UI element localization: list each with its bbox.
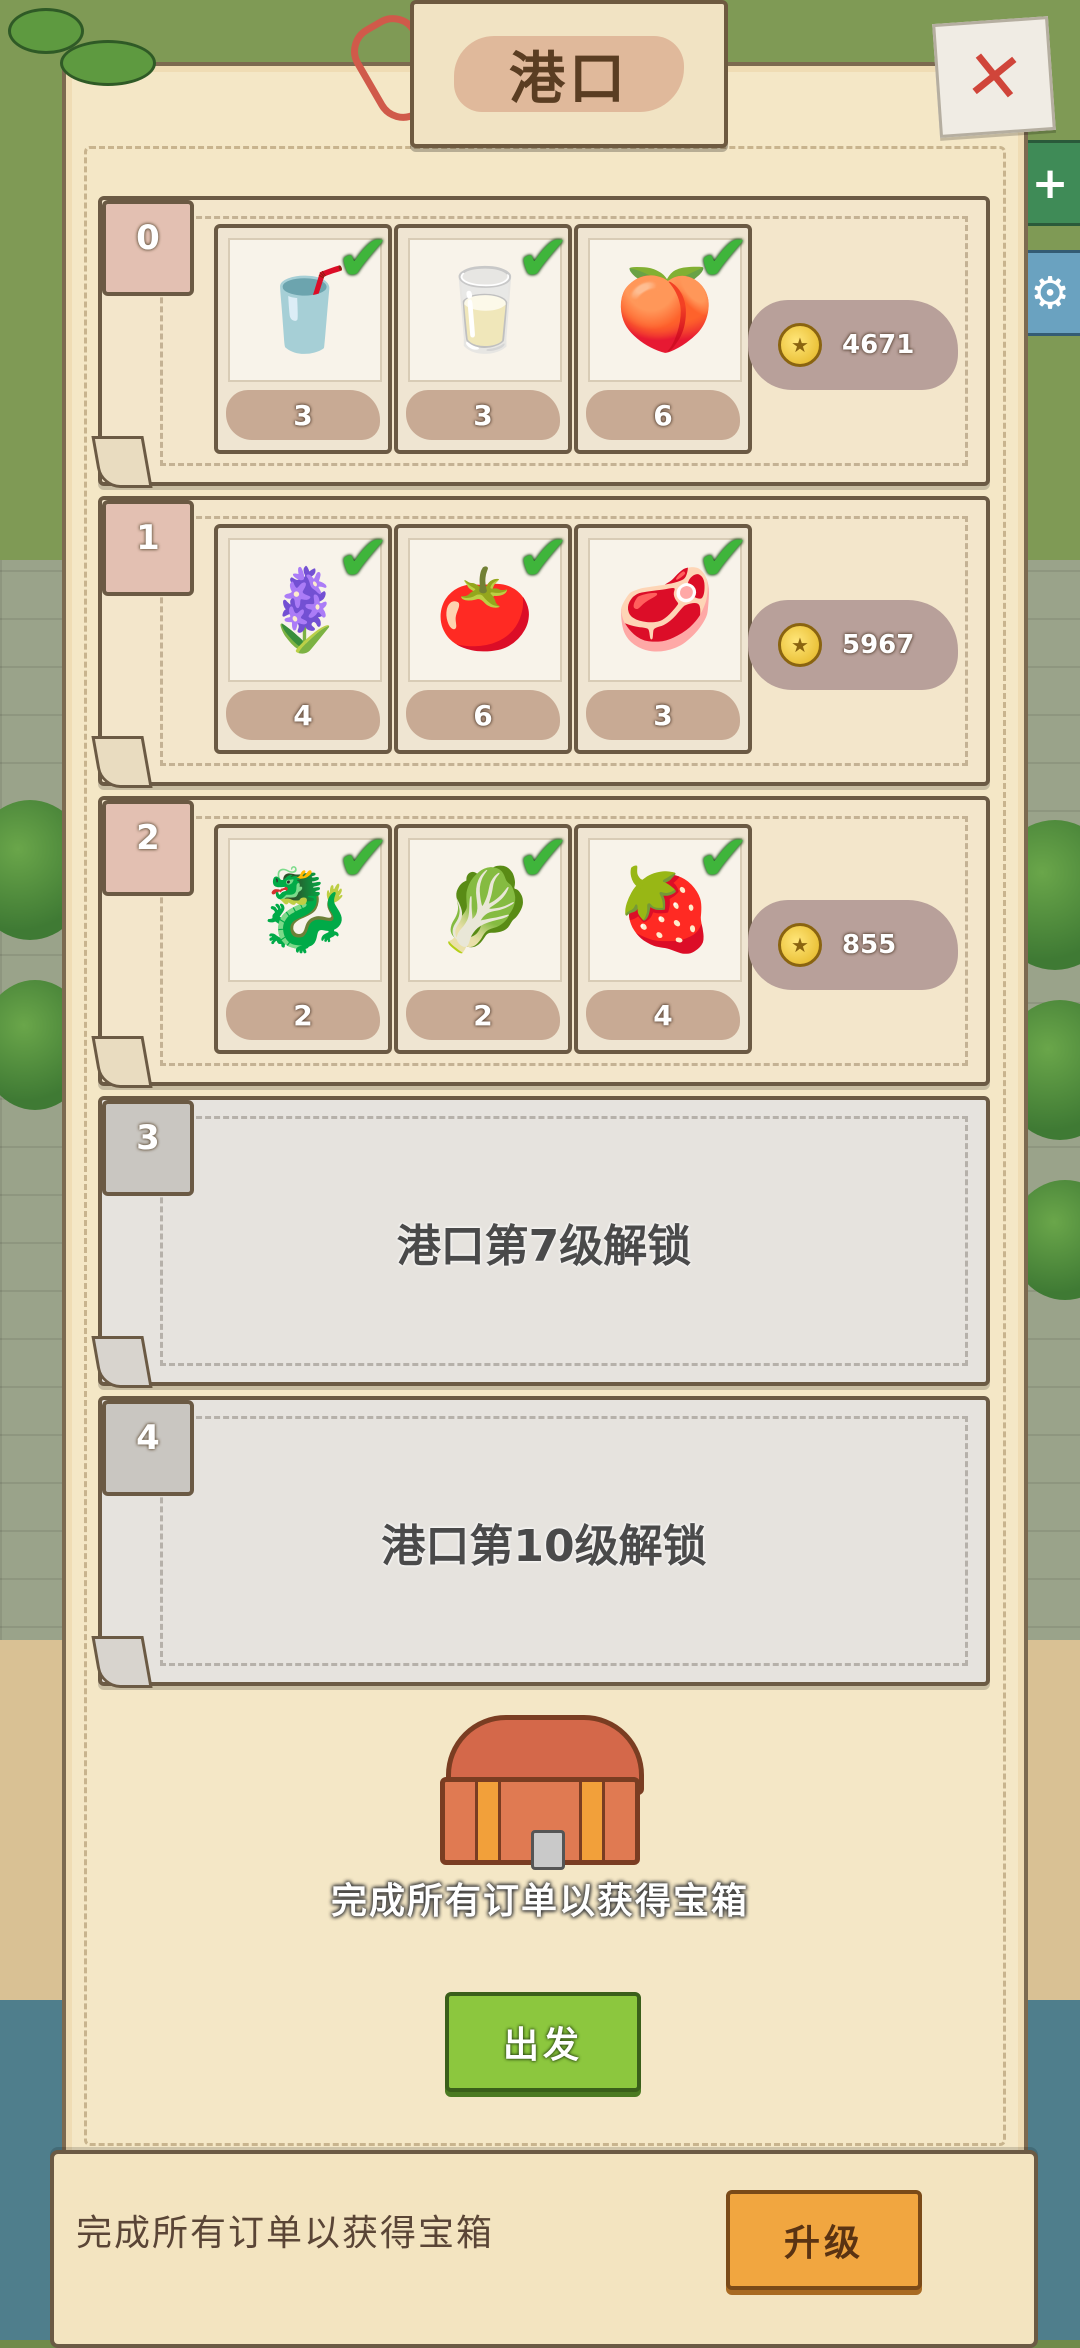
order-row-1[interactable]: 1 🪻 4 ✔ 🍅 6 ✔ 🥩 3 ✔ ★ 5967 — [91, 496, 990, 788]
treasure-chest-icon — [440, 1715, 644, 1870]
order-index: 0 — [102, 200, 194, 296]
coin-reward: ★ 5967 — [748, 600, 958, 690]
item-count: 4 — [586, 990, 740, 1040]
item-count: 2 — [226, 990, 380, 1040]
order-item-bruschetta[interactable]: 🍅 6 ✔ — [394, 522, 572, 754]
reward-value: 5967 — [842, 630, 915, 660]
coin-reward: ★ 4671 — [748, 300, 958, 390]
check-icon: ✔ — [336, 222, 390, 296]
bottom-hint: 完成所有订单以获得宝箱 — [76, 2213, 495, 2254]
lock-icon — [531, 1830, 565, 1870]
order-row-0[interactable]: 0 🥤 3 ✔ 🥛 3 ✔ 🍑 6 ✔ ★ 4671 — [91, 196, 990, 488]
vine-decoration — [60, 40, 156, 86]
depart-button[interactable]: 出发 — [445, 1992, 641, 2092]
slot-index: 4 — [102, 1400, 194, 1496]
check-icon: ✔ — [696, 222, 750, 296]
check-icon: ✔ — [696, 522, 750, 596]
order-row-2[interactable]: 2 🐉 2 ✔ 🥬 2 ✔ 🍓 4 ✔ ★ 855 — [91, 796, 990, 1088]
page-title: 港口 — [509, 46, 629, 112]
locked-slot-3: 3 港口第7级解锁 — [91, 1096, 990, 1388]
coin-icon: ★ — [778, 323, 822, 367]
order-item-strawberry[interactable]: 🍓 4 ✔ — [574, 822, 752, 1054]
item-count: 4 — [226, 690, 380, 740]
item-count: 3 — [226, 390, 380, 440]
locked-slot-4: 4 港口第10级解锁 — [91, 1396, 990, 1688]
upgrade-button[interactable]: 升级 — [726, 2190, 922, 2290]
chest-caption: 完成所有订单以获得宝箱 — [330, 1881, 749, 1922]
check-icon: ✔ — [516, 822, 570, 896]
order-item-wasabi[interactable]: 🥬 2 ✔ — [394, 822, 572, 1054]
order-item-peach-jar[interactable]: 🍑 6 ✔ — [574, 222, 752, 454]
item-count: 3 — [586, 690, 740, 740]
order-index: 1 — [102, 500, 194, 596]
check-icon: ✔ — [516, 522, 570, 596]
item-count: 3 — [406, 390, 560, 440]
check-icon: ✔ — [516, 222, 570, 296]
coin-icon: ★ — [778, 923, 822, 967]
item-count: 6 — [406, 690, 560, 740]
item-count: 6 — [586, 390, 740, 440]
unlock-requirement: 港口第10级解锁 — [381, 1521, 707, 1572]
check-icon: ✔ — [696, 822, 750, 896]
coin-icon: ★ — [778, 623, 822, 667]
order-item-lavender[interactable]: 🪻 4 ✔ — [214, 522, 392, 754]
gear-icon: ⚙ — [1030, 267, 1070, 319]
order-item-yogurt-jar[interactable]: 🥛 3 ✔ — [394, 222, 572, 454]
check-icon: ✔ — [336, 822, 390, 896]
title-board: 港口 — [410, 0, 728, 148]
item-count: 2 — [406, 990, 560, 1040]
check-icon: ✔ — [336, 522, 390, 596]
close-icon: ✕ — [960, 33, 1028, 121]
plus-icon: + — [1031, 157, 1069, 209]
order-item-orange-juice[interactable]: 🥤 3 ✔ — [214, 222, 392, 454]
slot-index: 3 — [102, 1100, 194, 1196]
order-item-tuna-steak[interactable]: 🥩 3 ✔ — [574, 522, 752, 754]
unlock-requirement: 港口第7级解锁 — [396, 1221, 692, 1272]
close-button[interactable]: ✕ — [932, 16, 1056, 138]
bottom-bar: 完成所有订单以获得宝箱 升级 — [50, 2150, 1038, 2348]
reward-value: 855 — [842, 930, 897, 960]
order-item-dragon-fruit[interactable]: 🐉 2 ✔ — [214, 822, 392, 1054]
reward-value: 4671 — [842, 330, 915, 360]
order-index: 2 — [102, 800, 194, 896]
coin-reward: ★ 855 — [748, 900, 958, 990]
